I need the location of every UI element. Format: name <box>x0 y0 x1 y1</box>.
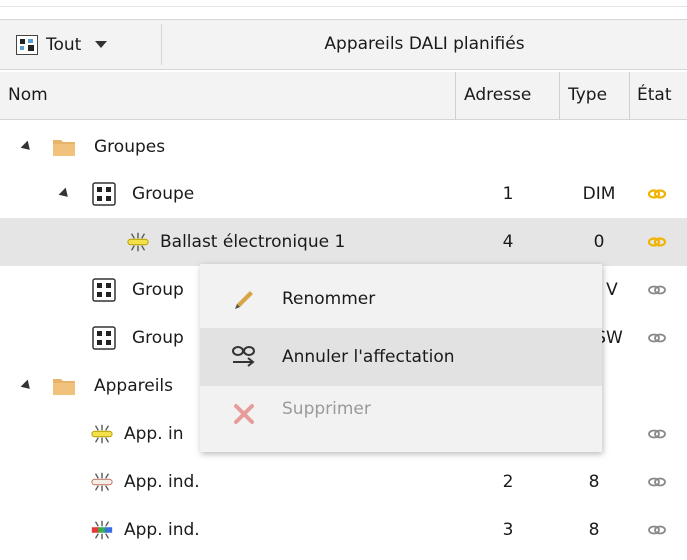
menu-item-label: Supprimer <box>282 399 371 419</box>
tree-label: Group <box>132 328 184 348</box>
tree-label: Ballast électronique 1 <box>160 232 346 252</box>
unassign-icon <box>232 346 255 367</box>
link-icon <box>648 525 666 535</box>
menu-item-label: Renommer <box>282 289 376 309</box>
link-icon <box>648 333 666 343</box>
tree-label: App. ind. <box>124 472 200 492</box>
type-cell: V <box>606 280 618 300</box>
tree-row-ballast-selected[interactable]: Ballast électronique 1 4 0 <box>0 218 687 266</box>
chevron-down-icon <box>95 41 108 48</box>
column-header-type[interactable]: Type <box>568 72 607 119</box>
menu-item-delete[interactable]: Supprimer <box>200 386 602 444</box>
column-header-state[interactable]: État <box>637 72 672 119</box>
menu-item-rename[interactable]: Renommer <box>200 270 602 328</box>
expand-arrow-icon[interactable] <box>58 187 72 201</box>
ballast-lamp-icon <box>91 472 113 492</box>
address-cell: 3 <box>502 520 514 540</box>
folder-icon <box>53 379 75 395</box>
folder-icon <box>53 140 75 156</box>
tree-label: Groupes <box>94 137 166 157</box>
tree-row-groupes[interactable]: Groupes <box>0 123 687 171</box>
column-divider[interactable] <box>559 72 560 119</box>
filter-button[interactable]: Tout <box>6 24 162 65</box>
column-header: Nom Adresse Type État <box>0 72 687 120</box>
type-cell: 8 <box>588 520 600 540</box>
tree-label: Groupe <box>132 184 195 204</box>
type-cell: DIM <box>582 184 616 204</box>
column-header-name[interactable]: Nom <box>8 72 48 119</box>
type-cell: 8 <box>588 472 600 492</box>
tree-row-app-2[interactable]: App. ind. 2 8 <box>0 458 687 506</box>
ballast-lamp-icon <box>91 520 113 540</box>
column-divider[interactable] <box>455 72 456 119</box>
filter-grid-icon <box>16 34 38 55</box>
type-cell: 0 <box>593 232 605 252</box>
menu-item-label: Annuler l'affectation <box>282 347 455 367</box>
expand-arrow-icon[interactable] <box>20 140 34 154</box>
panel-title: Appareils DALI planifiés <box>324 34 525 54</box>
tree-row-groupe[interactable]: Groupe 1 DIM <box>0 170 687 218</box>
link-icon <box>648 477 666 487</box>
tree-label: App. in <box>124 424 184 444</box>
group-icon <box>92 326 116 350</box>
address-cell: 4 <box>502 232 514 252</box>
toolbar: Tout Appareils DALI planifiés <box>0 19 687 70</box>
address-cell: 1 <box>502 184 514 204</box>
filter-label: Tout <box>46 34 82 55</box>
menu-item-unassign[interactable]: Annuler l'affectation <box>200 328 602 386</box>
x-icon <box>234 404 254 424</box>
link-icon <box>647 189 667 199</box>
link-icon <box>648 429 666 439</box>
address-cell: 2 <box>502 472 514 492</box>
tree-row-app-3[interactable]: App. ind. 3 8 <box>0 506 687 554</box>
link-icon <box>648 285 666 295</box>
tree-label: Appareils <box>94 376 174 396</box>
column-divider[interactable] <box>629 72 630 119</box>
ballast-lamp-icon <box>127 232 149 252</box>
pencil-icon <box>235 291 253 309</box>
tree-label: Group <box>132 280 184 300</box>
context-menu: Renommer Annuler l'affectation Supprimer <box>200 264 602 452</box>
group-icon <box>92 278 116 302</box>
tree-label: App. ind. <box>124 520 200 540</box>
group-icon <box>92 182 116 206</box>
top-divider <box>0 6 687 7</box>
expand-arrow-icon[interactable] <box>20 379 34 393</box>
column-header-address[interactable]: Adresse <box>464 72 531 119</box>
link-icon <box>647 237 667 247</box>
ballast-lamp-icon <box>91 424 113 444</box>
